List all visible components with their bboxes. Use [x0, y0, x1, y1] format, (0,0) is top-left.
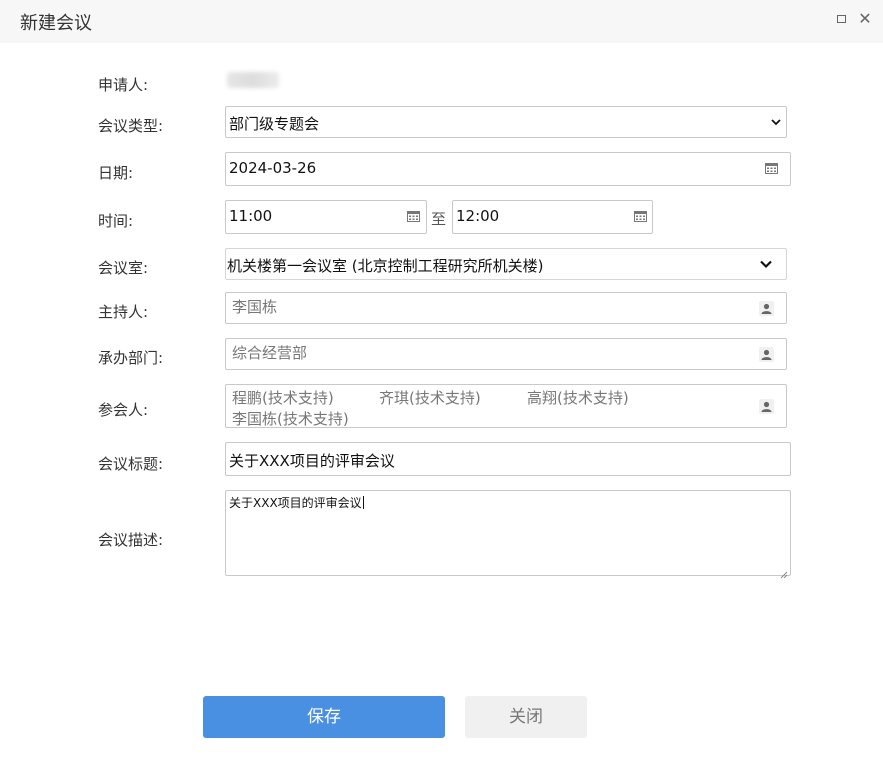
subject-label: 会议标题:	[98, 455, 164, 473]
meeting-type-value: 部门级专题会	[229, 115, 320, 133]
participants-picker[interactable]: 程鹏(技术支持) 齐琪(技术支持) 高翔(技术支持) 李国栋(技术支持)	[225, 384, 787, 428]
clock-calendar-icon[interactable]	[634, 211, 647, 222]
date-label: 日期:	[98, 164, 134, 182]
chevron-down-icon	[759, 257, 773, 271]
time-label: 时间:	[98, 212, 134, 230]
description-value: 关于XXX项目的评审会议	[229, 496, 364, 510]
description-label: 会议描述:	[98, 531, 164, 549]
chevron-down-icon	[769, 115, 783, 129]
subject-input[interactable]: 关于XXX项目的评审会议	[225, 442, 791, 476]
subject-value: 关于XXX项目的评审会议	[229, 452, 395, 470]
description-textarea[interactable]: 关于XXX项目的评审会议	[225, 490, 791, 579]
window-title: 新建会议	[20, 13, 92, 34]
meeting-type-label: 会议类型:	[98, 117, 164, 135]
department-value: 综合经营部	[232, 344, 308, 362]
room-value: 机关楼第一会议室 (北京控制工程研究所机关楼)	[227, 257, 544, 275]
date-input[interactable]: 2024-03-26	[225, 152, 791, 186]
close-button[interactable]: 关闭	[465, 696, 587, 738]
start-time-input[interactable]: 11:00	[225, 200, 427, 234]
date-value: 2024-03-26	[229, 159, 317, 177]
user-picker-icon[interactable]	[759, 347, 774, 362]
participant-item: 高翔(技术支持)	[527, 389, 629, 407]
maximize-icon[interactable]	[835, 12, 849, 26]
participant-item: 李国栋(技术支持)	[232, 410, 349, 428]
applicant-value-redacted	[227, 72, 279, 88]
close-icon[interactable]: ✕	[858, 11, 872, 27]
time-separator: 至	[431, 210, 447, 228]
save-button[interactable]: 保存	[203, 696, 445, 738]
meeting-type-select[interactable]: 部门级专题会	[225, 106, 787, 138]
host-value: 李国栋	[232, 298, 278, 316]
user-picker-icon[interactable]	[759, 301, 774, 316]
applicant-label: 申请人:	[98, 76, 149, 94]
title-bar: 新建会议 ✕	[0, 0, 883, 43]
calendar-icon[interactable]	[765, 163, 778, 174]
user-picker-icon[interactable]	[759, 399, 774, 414]
host-picker[interactable]: 李国栋	[225, 292, 787, 324]
participants-label: 参会人:	[98, 401, 149, 419]
participant-item: 齐琪(技术支持)	[379, 389, 481, 407]
end-time-input[interactable]: 12:00	[452, 200, 653, 234]
clock-calendar-icon[interactable]	[407, 211, 420, 222]
department-picker[interactable]: 综合经营部	[225, 338, 787, 370]
resize-grip-icon[interactable]	[780, 565, 788, 579]
end-time-value: 12:00	[456, 207, 500, 225]
room-label: 会议室:	[98, 259, 149, 277]
participant-item: 程鹏(技术支持)	[232, 389, 334, 407]
host-label: 主持人:	[98, 303, 149, 321]
room-select[interactable]: 机关楼第一会议室 (北京控制工程研究所机关楼)	[225, 248, 787, 280]
department-label: 承办部门:	[98, 349, 164, 367]
start-time-value: 11:00	[229, 207, 273, 225]
